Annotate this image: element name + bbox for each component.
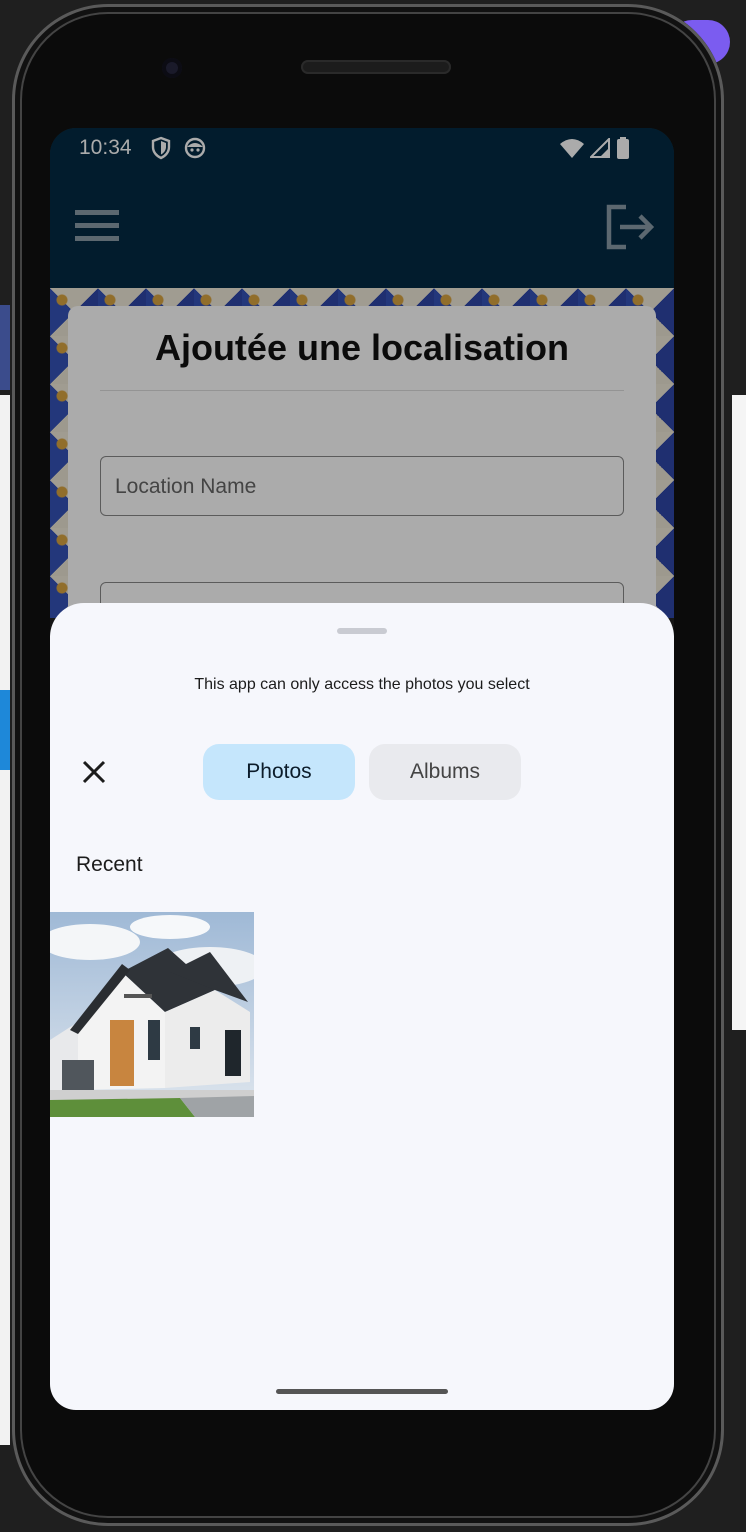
- access-notice: This app can only access the photos you …: [194, 676, 530, 693]
- photo-thumbnail[interactable]: [50, 912, 254, 1117]
- background-window-fragment: [0, 690, 10, 770]
- photo-picker-sheet: This app can only access the photos you …: [50, 603, 674, 1410]
- house-photo: [50, 912, 254, 1117]
- section-label-recent: Recent: [76, 853, 143, 876]
- close-icon[interactable]: [74, 752, 114, 792]
- gesture-nav-bar[interactable]: [276, 1389, 448, 1394]
- earpiece-speaker: [301, 60, 451, 74]
- front-camera: [162, 58, 182, 78]
- background-window-fragment: [0, 305, 10, 390]
- tab-photos[interactable]: Photos: [203, 744, 355, 800]
- background-window-fragment: [732, 395, 746, 1030]
- background-window-fragment: [0, 395, 10, 1445]
- device-screen: 10:34 Ajoutée une localisation Location …: [50, 128, 674, 1410]
- sheet-drag-handle[interactable]: [337, 628, 387, 634]
- tab-albums[interactable]: Albums: [369, 744, 521, 800]
